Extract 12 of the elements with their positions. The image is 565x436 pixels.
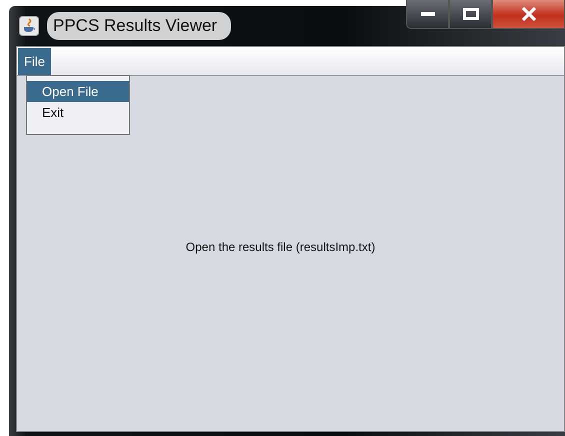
- close-icon: [520, 7, 536, 21]
- minimize-button[interactable]: [406, 0, 449, 29]
- message-text: Open the results file (resultsImp.txt): [186, 240, 376, 254]
- menu-item[interactable]: Exit: [27, 102, 129, 123]
- close-button[interactable]: [492, 0, 565, 29]
- minimize-icon: [420, 11, 434, 17]
- maximize-button[interactable]: [449, 0, 492, 29]
- menu-item[interactable]: File: [18, 48, 51, 74]
- coffee-cup-icon: [19, 16, 39, 36]
- window-title: PPCS Results Viewer: [47, 12, 232, 40]
- maximize-icon: [462, 8, 478, 20]
- menu-item[interactable]: Open File: [27, 81, 129, 102]
